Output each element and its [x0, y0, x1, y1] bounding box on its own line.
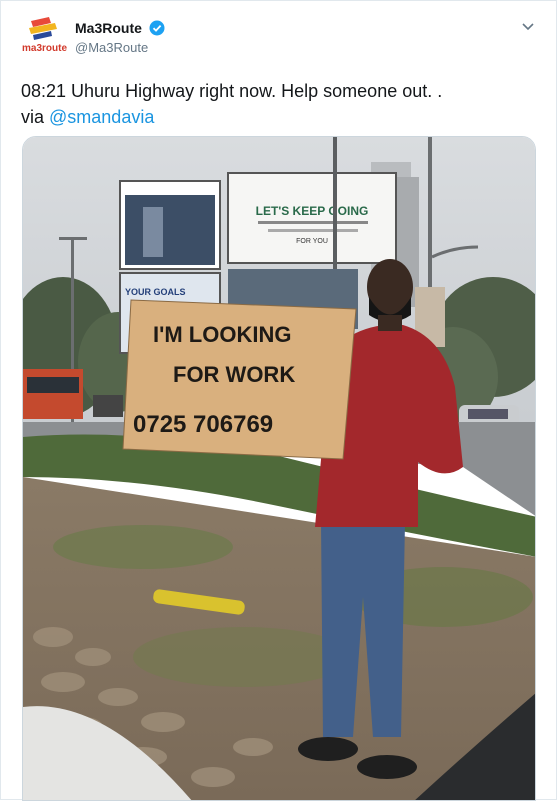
- billboard-sub-text: FOR YOU: [296, 238, 328, 245]
- tweet-photo[interactable]: LET'S KEEP GOING FOR YOU YOUR GOALS I'M …: [22, 136, 536, 801]
- sign-line1: I'M LOOKING: [153, 322, 291, 347]
- display-name[interactable]: Ma3Route: [75, 20, 142, 36]
- sign-line3: 0725 706769: [133, 411, 273, 438]
- tweet-text-line1: 08:21 Uhuru Highway right now. Help some…: [21, 81, 443, 101]
- billboard-left-text: YOUR GOALS: [125, 287, 186, 297]
- tweet-card: ma3route Ma3Route @Ma3Route 08:21 Uhuru …: [0, 0, 557, 801]
- avatar[interactable]: ma3route: [21, 17, 67, 55]
- verified-icon: [149, 20, 165, 36]
- tweet-header: ma3route Ma3Route @Ma3Route: [19, 15, 539, 61]
- handle[interactable]: @Ma3Route: [75, 40, 165, 55]
- tweet-text: 08:21 Uhuru Highway right now. Help some…: [21, 78, 541, 130]
- tweet-via: via: [21, 107, 50, 127]
- mention-link[interactable]: @smandavia: [49, 107, 154, 127]
- sign-line2: FOR WORK: [173, 362, 295, 387]
- cardboard-sign: I'M LOOKING FOR WORK 0725 706769: [122, 299, 357, 460]
- billboard-main-text: LET'S KEEP GOING: [256, 204, 369, 218]
- chevron-down-icon[interactable]: [519, 17, 537, 35]
- logo-text: ma3route: [22, 43, 67, 54]
